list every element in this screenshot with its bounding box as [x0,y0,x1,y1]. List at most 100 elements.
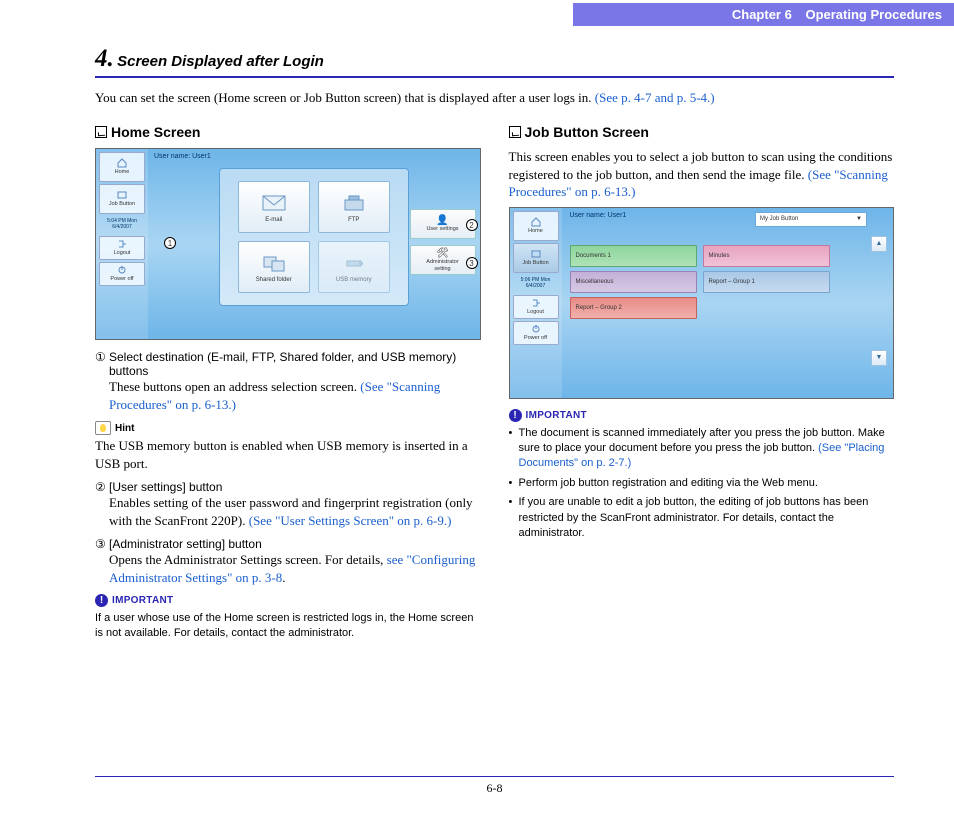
callout-3: 3 [466,257,478,269]
page-number: 6-8 [487,781,503,795]
job-button-minutes[interactable]: Minutes [703,245,830,267]
jobbutton-paragraph: This screen enables you to select a job … [509,148,895,201]
home-screenshot-frame: 1 2 3 Home Job Button 5:04 PM Mon6/4/200… [95,148,481,340]
item-number: ② [95,480,109,494]
ss-time: 5:04 PM Mon6/4/2007 [99,216,145,234]
important-bullets: The document is scanned immediately afte… [509,426,895,542]
ss-job-main: User name: User1 My Job Button▼ Document… [562,208,894,398]
ss-logout-button[interactable]: Logout [99,236,145,260]
section-title: 4. Screen Displayed after Login [95,45,894,78]
ss-jobbutton-button[interactable]: Job Button [99,184,145,214]
intro-text: You can set the screen (Home screen or J… [95,90,595,105]
hint-label: Hint [115,423,134,434]
chapter-title: Operating Procedures [805,7,942,22]
list-item: ②[User settings] button Enables setting … [95,480,481,529]
home-icon [531,217,541,227]
item-body: These buttons open an address selection … [109,378,481,413]
admin-icon: 🛠 [436,248,449,259]
usb-icon [341,252,367,274]
ss-time: 5:06 PM Mon6/4/2007 [513,275,559,293]
chapter-label: Chapter 6 [732,7,792,22]
ss-sharedfolder-button[interactable]: Shared folder [238,241,310,293]
user-icon: 👤 [436,215,448,226]
list-item: ③[Administrator setting] button Opens th… [95,537,481,586]
page-content: 4. Screen Displayed after Login You can … [95,45,894,641]
ss-main: User name: User1 E-mail FTP Shared folde… [148,149,480,339]
ss-logout-button[interactable]: Logout [513,295,559,319]
ss-usb-button[interactable]: USB memory [318,241,390,293]
section-number: 4. [95,45,114,72]
ss-jobbutton-button[interactable]: Job Button [513,243,559,273]
job-screenshot: Home Job Button 5:06 PM Mon6/4/2007 Logo… [510,208,894,398]
callout-1: 1 [164,237,176,249]
important-row: ! IMPORTANT [509,409,895,422]
ss-job-dropdown[interactable]: My Job Button▼ [755,212,867,227]
ss-poweroff-button[interactable]: Power off [99,262,145,286]
item-body: Enables setting of the user password and… [109,494,481,529]
chevron-down-icon: ▼ [856,216,862,222]
list-item: If you are unable to edit a job button, … [509,495,895,541]
left-column: Home Screen 1 2 3 Home Job Button 5:04 P… [95,124,481,641]
intro-paragraph: You can set the screen (Home screen or J… [95,90,894,106]
ss-job-grid: Documents 1 Minutes Miscellaneous Report… [570,245,830,319]
ss-home-button[interactable]: Home [513,211,559,241]
intro-link[interactable]: (See p. 4-7 and p. 5-4.) [595,90,715,105]
section-ornament-icon [509,126,521,138]
logout-icon [117,239,127,249]
section-ornament-icon [95,126,107,138]
job-button-misc[interactable]: Miscellaneous [570,271,697,293]
list-item: ①Select destination (E-mail, FTP, Shared… [95,350,481,413]
logout-icon [531,298,541,308]
jobbutton-screen-heading: Job Button Screen [509,124,895,140]
right-column: Job Button Screen This screen enables yo… [509,124,895,641]
ss-sidebar: Home Job Button 5:04 PM Mon6/4/2007 Logo… [96,149,148,339]
important-row: ! IMPORTANT [95,594,481,607]
ss-scrollbar: ▲ ▼ [871,236,887,366]
item-body: Opens the Administrator Settings screen.… [109,551,481,586]
scroll-down-button[interactable]: ▼ [871,350,887,366]
job-icon [531,249,541,259]
home-item-list: ①Select destination (E-mail, FTP, Shared… [95,350,481,641]
hint-text: The USB memory button is enabled when US… [95,437,481,472]
job-button-report2[interactable]: Report – Group 2 [570,297,697,319]
item-title: [User settings] button [109,480,481,494]
job-button-documents1[interactable]: Documents 1 [570,245,697,267]
ss-destination-panel: E-mail FTP Shared folder USB memory [219,168,409,306]
hint-row: Hint [95,421,481,435]
job-icon [117,190,127,200]
hint-icon [95,421,111,435]
job-screenshot-frame: Home Job Button 5:06 PM Mon6/4/2007 Logo… [509,207,895,399]
section-text: Screen Displayed after Login [117,53,324,70]
item-number: ③ [95,537,109,551]
important-label: IMPORTANT [112,595,173,606]
email-icon [261,192,287,214]
ss-ftp-button[interactable]: FTP [318,181,390,233]
item-title: Select destination (E-mail, FTP, Shared … [109,350,481,378]
list-item: Perform job button registration and edit… [509,476,895,491]
important-label: IMPORTANT [526,410,587,421]
ss-sidebar: Home Job Button 5:06 PM Mon6/4/2007 Logo… [510,208,562,398]
ss-username: User name: User1 [154,153,474,160]
important-icon: ! [509,409,522,422]
item-number: ① [95,350,109,378]
power-icon [117,265,127,275]
important-text: If a user whose use of the Home screen i… [95,611,481,641]
important-icon: ! [95,594,108,607]
callout-2: 2 [466,219,478,231]
page-footer: 6-8 [95,776,894,796]
ss-email-button[interactable]: E-mail [238,181,310,233]
power-icon [531,324,541,334]
item-title: [Administrator setting] button [109,537,481,551]
ss-poweroff-button[interactable]: Power off [513,321,559,345]
home-screenshot: 1 2 3 Home Job Button 5:04 PM Mon6/4/200… [96,149,480,339]
list-item: The document is scanned immediately afte… [509,426,895,472]
cross-ref-link[interactable]: (See "User Settings Screen" on p. 6-9.) [249,513,452,528]
ss-home-button[interactable]: Home [99,152,145,182]
home-icon [117,158,127,168]
shared-folder-icon [261,252,287,274]
scroll-up-button[interactable]: ▲ [871,236,887,252]
ftp-icon [341,192,367,214]
job-button-report1[interactable]: Report – Group 1 [703,271,830,293]
home-screen-heading: Home Screen [95,124,481,140]
chapter-header: Chapter 6 Operating Procedures [573,3,954,26]
